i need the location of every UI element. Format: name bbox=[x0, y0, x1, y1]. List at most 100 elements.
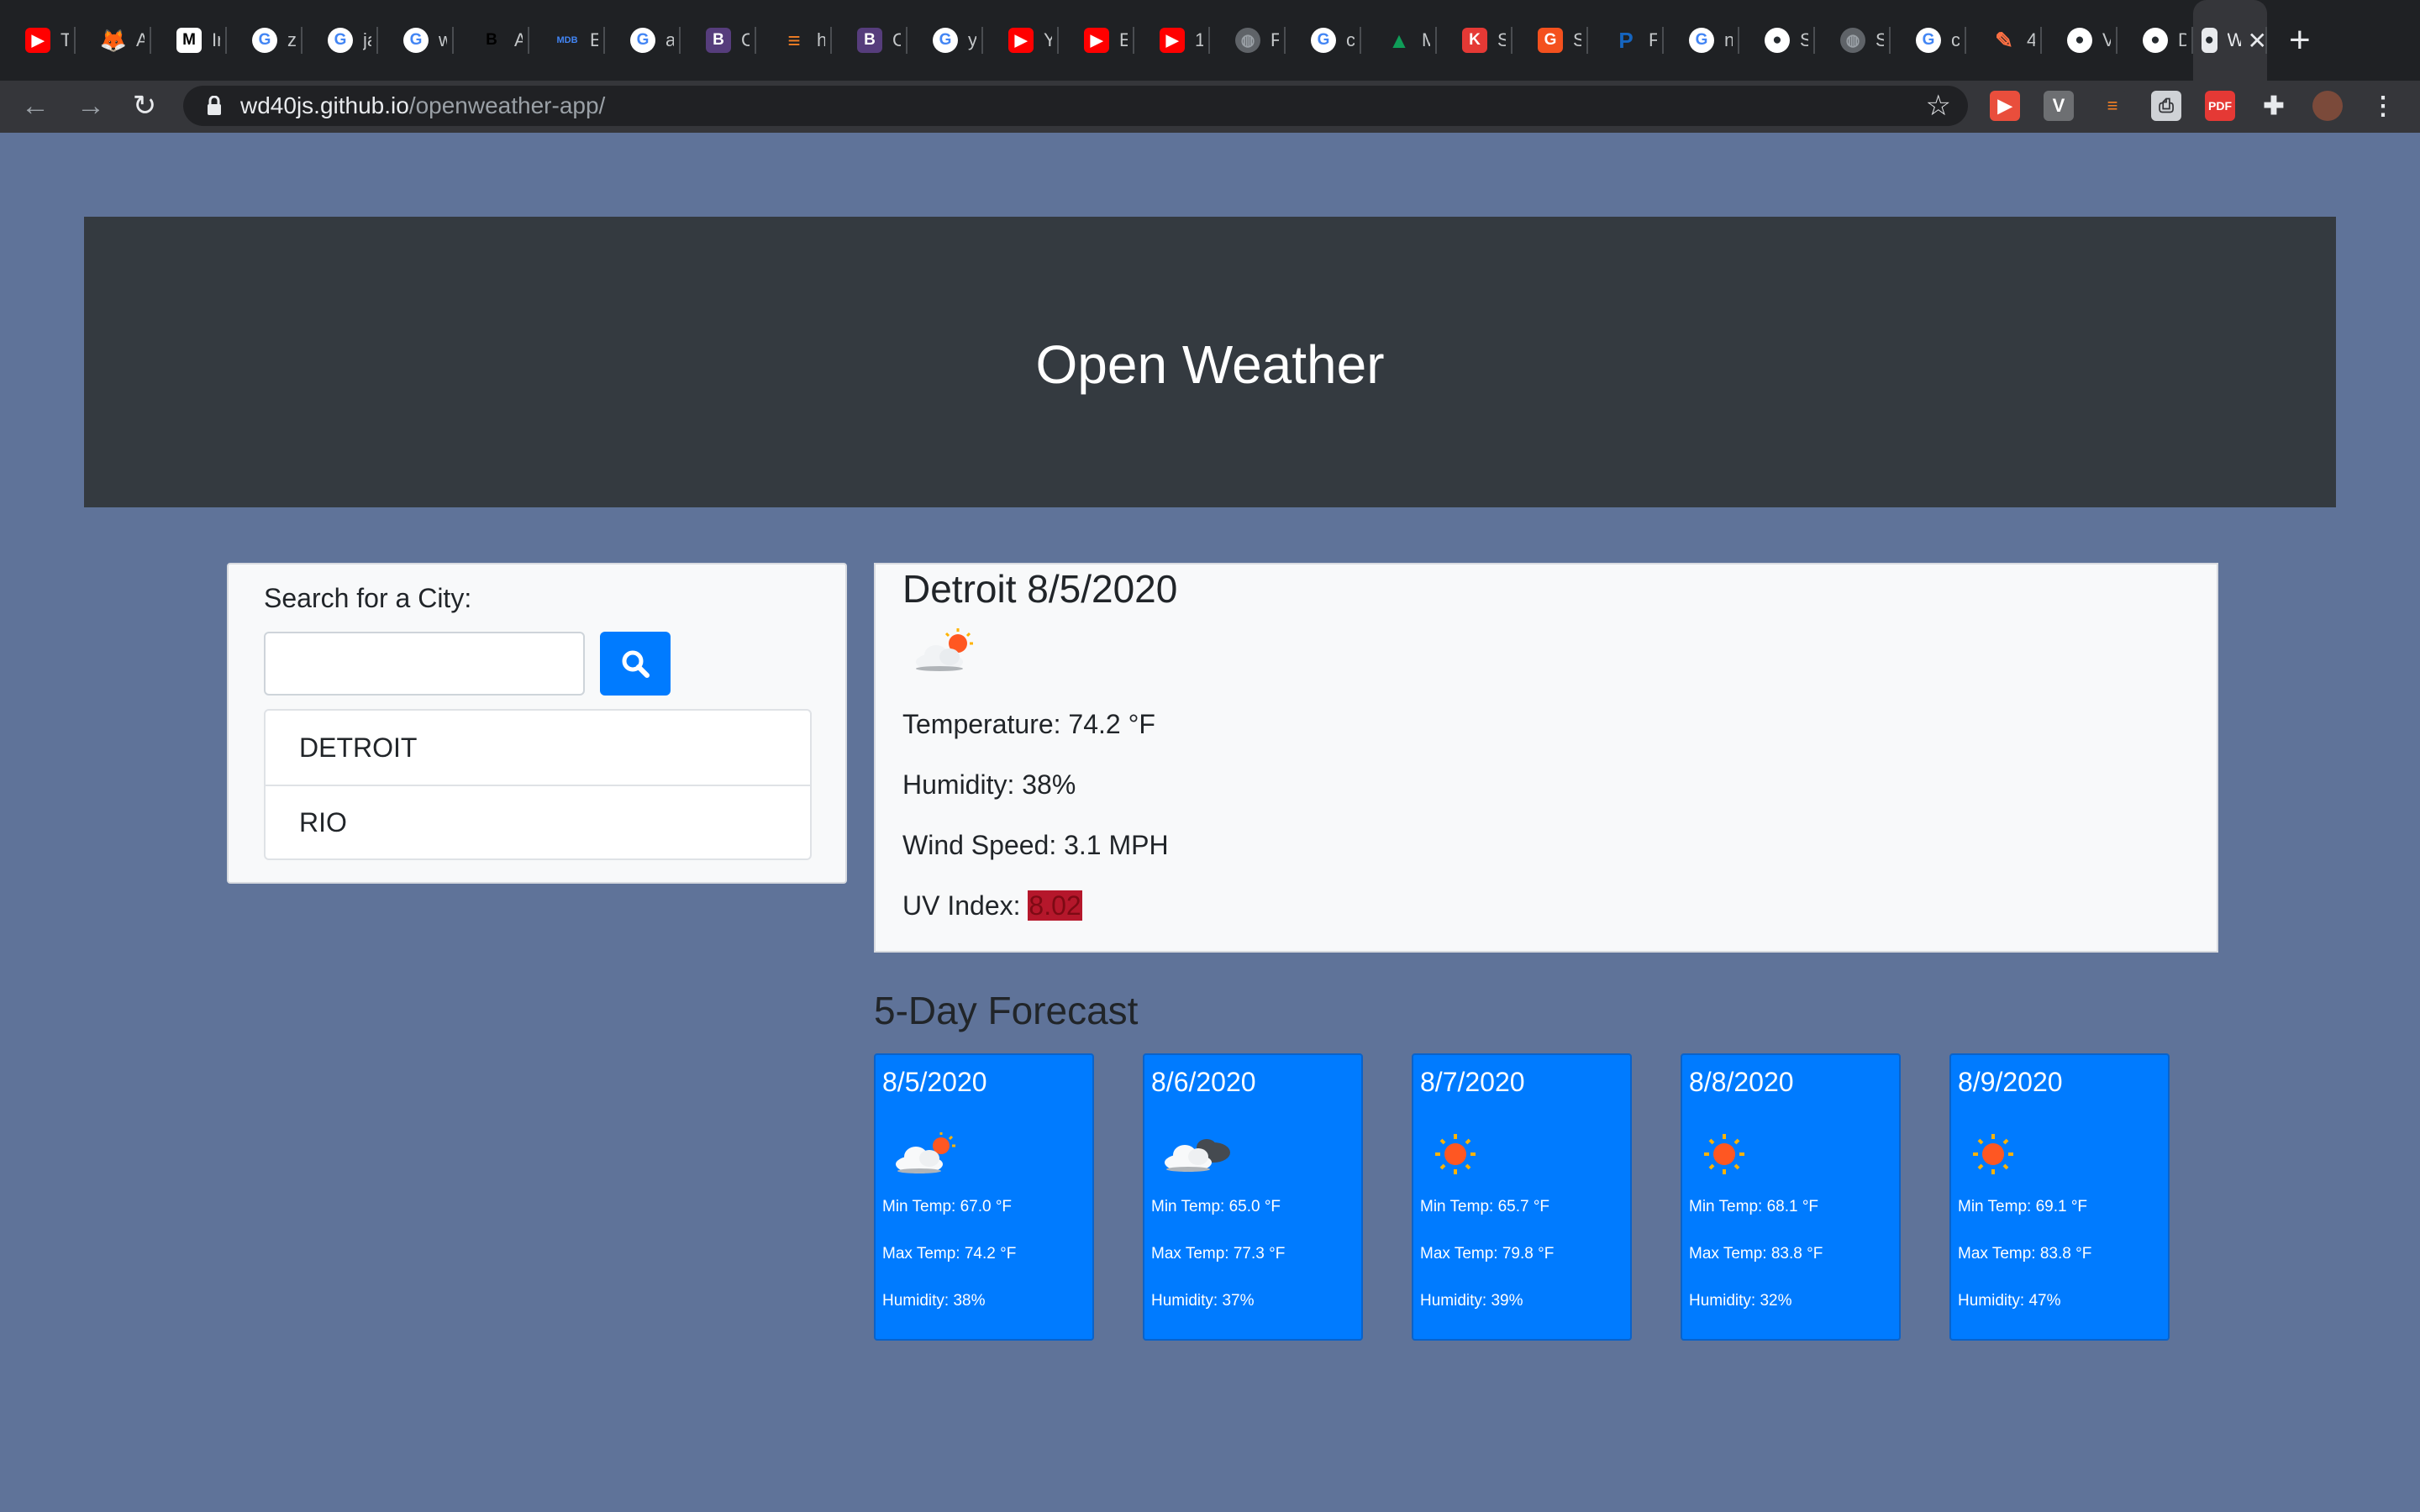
profile-avatar[interactable] bbox=[2312, 91, 2343, 121]
browser-tab[interactable]: ✎ 4 bbox=[1966, 0, 2042, 81]
browser-tab[interactable]: BA bbox=[454, 0, 529, 81]
browser-tab[interactable]: ● V bbox=[2042, 0, 2118, 81]
medium-icon: M bbox=[176, 28, 202, 53]
browser-tab[interactable]: ▶ T bbox=[0, 0, 76, 81]
forecast-humidity: Humidity: 47% bbox=[1958, 1292, 2061, 1310]
browser-tab[interactable]: 🦊 A bbox=[76, 0, 151, 81]
browser-tab[interactable]: ▶ 1 bbox=[1134, 0, 1210, 81]
forecast-day-card: 8/8/2020 Min Temp: 68.1 °F Max Temp: 83.8 … bbox=[1681, 1053, 1901, 1341]
youtube-icon: ▶ bbox=[25, 28, 50, 53]
forecast-max-temp: Max Temp: 74.2 °F bbox=[882, 1245, 1017, 1263]
tab-title: Y bbox=[1044, 29, 1052, 50]
browser-tab[interactable]: KS bbox=[1437, 0, 1512, 81]
search-label: Search for a City: bbox=[264, 583, 472, 613]
browser-tab[interactable]: ● S bbox=[1739, 0, 1815, 81]
forecast-date: 8/8/2020 bbox=[1689, 1067, 1794, 1097]
tab-title: n bbox=[1724, 29, 1733, 50]
browser-tab[interactable]: ≡ h bbox=[756, 0, 832, 81]
partly-cloudy-icon bbox=[892, 1129, 960, 1180]
extension-stackoverflow-icon[interactable]: ≡ bbox=[2097, 91, 2128, 121]
stackoverflow-icon: ≡ bbox=[787, 27, 801, 53]
mdb-icon: MDB bbox=[556, 35, 578, 45]
forecast-heading: 5-Day Forecast bbox=[874, 989, 1139, 1032]
tab-title: V bbox=[2102, 29, 2111, 50]
url-path: /openweather-app/ bbox=[408, 92, 606, 118]
tab-title: D bbox=[2178, 29, 2186, 50]
cloudy-icon bbox=[1161, 1129, 1237, 1180]
browser-tab[interactable]: ◍ F bbox=[1210, 0, 1286, 81]
browser-tab[interactable]: MDB E bbox=[529, 0, 605, 81]
browser-tab[interactable]: ● D bbox=[2118, 0, 2193, 81]
page-header: Open Weather bbox=[84, 217, 2336, 507]
forecast-min-temp: Min Temp: 69.1 °F bbox=[1958, 1198, 2088, 1215]
google-icon: G bbox=[328, 28, 353, 53]
active-tab[interactable]: ● W ✕ bbox=[2193, 0, 2267, 81]
extension-screenshot-icon[interactable]: ⎙ bbox=[2151, 91, 2181, 121]
forecast-max-temp: Max Temp: 77.3 °F bbox=[1151, 1245, 1286, 1263]
extensions-puzzle-icon[interactable]: ✚ bbox=[2259, 91, 2289, 121]
browser-tab[interactable]: Ga bbox=[605, 0, 681, 81]
google-icon: G bbox=[630, 28, 655, 53]
forecast-day-card: 8/7/2020 Min Temp: 65.7 °F Max Temp: 79.8 … bbox=[1412, 1053, 1632, 1341]
tab-title: z bbox=[287, 29, 296, 50]
tab-title: Ir bbox=[212, 29, 220, 50]
extension-pdf-icon[interactable]: PDF bbox=[2205, 91, 2235, 121]
forecast-date: 8/5/2020 bbox=[882, 1067, 987, 1097]
browser-tab[interactable]: Gc bbox=[1891, 0, 1966, 81]
browser-tab[interactable]: Gc bbox=[1286, 0, 1361, 81]
new-tab-button[interactable]: + bbox=[2289, 19, 2311, 61]
browser-tab[interactable]: Gz bbox=[227, 0, 302, 81]
browser-tab[interactable]: ◍ S bbox=[1815, 0, 1891, 81]
youtube-icon: ▶ bbox=[1084, 28, 1109, 53]
search-button[interactable] bbox=[600, 632, 671, 696]
github-icon: ● bbox=[2143, 28, 2168, 53]
browser-tab[interactable]: BC bbox=[832, 0, 908, 81]
browser-toolbar: ← → ↻ wd40js.github.io/openweather-app/ … bbox=[0, 81, 2420, 133]
city-search-input[interactable] bbox=[264, 632, 585, 696]
tab-title: F bbox=[1649, 29, 1657, 50]
google-drive-icon: ▲ bbox=[1388, 27, 1410, 53]
tab-title: A bbox=[514, 29, 523, 50]
tab-title: S bbox=[1573, 29, 1581, 50]
behance-icon: B bbox=[486, 31, 497, 49]
browser-tab-strip: ▶T🦊AMIrGzGjaGwBAMDBEGaBC≡hBCGy▶Y▶E▶1◍FGc… bbox=[0, 0, 2420, 81]
browser-tab[interactable]: Gw bbox=[378, 0, 454, 81]
browser-tab[interactable]: Gy bbox=[908, 0, 983, 81]
current-wind-speed: Wind Speed: 3.1 MPH bbox=[902, 830, 1169, 860]
browser-tab[interactable]: ▲ M bbox=[1361, 0, 1437, 81]
bootstrap-icon: B bbox=[706, 28, 731, 53]
active-tab-title: W bbox=[2227, 29, 2241, 50]
browser-tab[interactable]: M Ir bbox=[151, 0, 227, 81]
browser-tab[interactable]: PF bbox=[1588, 0, 1664, 81]
extension-video-icon[interactable]: ▶ bbox=[1990, 91, 2020, 121]
extension-v-icon[interactable]: V bbox=[2044, 91, 2074, 121]
reload-icon[interactable]: ↻ bbox=[128, 89, 161, 123]
forecast-max-temp: Max Temp: 83.8 °F bbox=[1958, 1245, 2092, 1263]
back-arrow-icon[interactable]: ← bbox=[18, 89, 52, 123]
address-bar[interactable]: wd40js.github.io/openweather-app/ ☆ bbox=[183, 86, 1968, 126]
tab-title: c bbox=[1346, 29, 1355, 50]
history-city-item[interactable]: RIO bbox=[266, 785, 810, 858]
tab-title: S bbox=[1800, 29, 1808, 50]
uv-label: UV Index: bbox=[902, 890, 1021, 921]
bookmark-star-icon[interactable]: ☆ bbox=[1926, 89, 1951, 123]
globe-icon: ◍ bbox=[1840, 28, 1865, 53]
browser-tab[interactable]: BC bbox=[681, 0, 756, 81]
browser-menu-icon[interactable]: ⋮ bbox=[2368, 91, 2398, 121]
browser-tab[interactable]: Gja bbox=[302, 0, 378, 81]
tab-title: y bbox=[968, 29, 976, 50]
search-icon bbox=[622, 650, 650, 678]
browser-tab[interactable]: Gn bbox=[1664, 0, 1739, 81]
gitlab-icon: 🦊 bbox=[99, 27, 128, 53]
browser-tab[interactable]: ▶ E bbox=[1059, 0, 1134, 81]
forward-arrow-icon[interactable]: → bbox=[74, 89, 108, 123]
browser-tab[interactable]: GS bbox=[1512, 0, 1588, 81]
google-icon: G bbox=[1689, 28, 1714, 53]
current-weather-card: Detroit 8/5/2020 Temperature: 74.2 °F Hu… bbox=[874, 563, 2218, 953]
history-city-item[interactable]: DETROIT bbox=[266, 711, 810, 785]
tab-title: A bbox=[136, 29, 145, 50]
forecast-day-card: 8/6/2020 Min Temp: 65.0 °F Max Temp: 77.3 … bbox=[1143, 1053, 1363, 1341]
close-tab-icon[interactable]: ✕ bbox=[2248, 27, 2267, 55]
tab-title: 4 bbox=[2027, 29, 2035, 50]
browser-tab[interactable]: ▶ Y bbox=[983, 0, 1059, 81]
